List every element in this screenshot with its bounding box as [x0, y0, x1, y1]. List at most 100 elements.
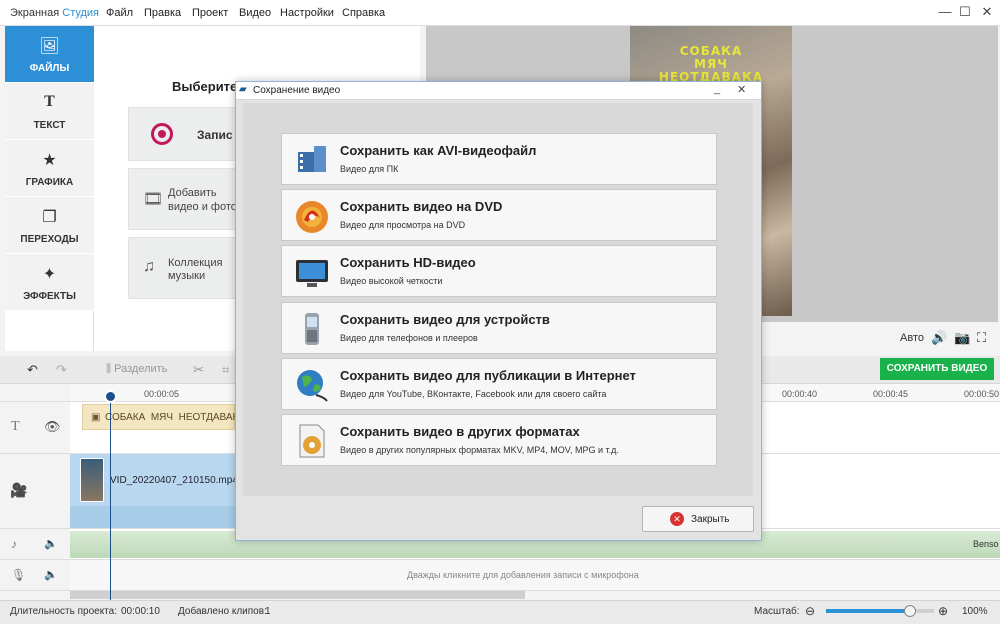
- music-note-icon: ♪: [11, 537, 17, 551]
- fullscreen-icon[interactable]: ⛶: [977, 330, 986, 346]
- option-dvd[interactable]: Сохранить видео на DVD Видео для просмот…: [281, 189, 717, 241]
- nav-graphics-label: ГРАФИКА: [25, 177, 74, 188]
- crop-icon[interactable]: ⌗: [222, 362, 229, 378]
- close-button-label: Закрыть: [691, 514, 730, 525]
- dialog-title: Сохранение видео: [253, 85, 341, 96]
- menu-edit[interactable]: Правка: [144, 7, 181, 19]
- menu-help[interactable]: Справка: [342, 7, 385, 19]
- zoom-slider-fill: [826, 609, 911, 613]
- nav-text[interactable]: T ТЕКСТ: [5, 83, 94, 140]
- document-film-icon: [299, 424, 325, 458]
- app-title: Экранная Студия: [10, 7, 99, 19]
- microphone-icon: 🎙: [11, 568, 27, 582]
- close-window-button[interactable]: ✕: [978, 4, 996, 20]
- zoom-slider[interactable]: [826, 605, 934, 617]
- undo-icon[interactable]: ↶: [27, 362, 38, 378]
- nav-text-label: ТЕКСТ: [33, 120, 66, 131]
- close-circle-icon: ✕: [670, 512, 684, 526]
- redo-icon[interactable]: ↷: [56, 362, 67, 378]
- tick-label: 00:00:40: [782, 389, 818, 399]
- overlay-line-1: СОБАКА: [679, 44, 743, 58]
- music-card[interactable]: ♫ Коллекция музыки: [128, 237, 248, 299]
- mic-track-head: 🎙 🔈: [0, 560, 70, 591]
- video-clip-label: VID_20220407_210150.mp4: [110, 475, 238, 486]
- nav-transitions-label: ПЕРЕХОДЫ: [20, 234, 79, 245]
- video-track-head: 🎥: [0, 454, 70, 529]
- close-button[interactable]: ✕ Закрыть: [642, 506, 754, 532]
- record-label: Запис: [197, 128, 233, 142]
- playhead[interactable]: [110, 397, 111, 600]
- option-devices-title: Сохранить видео для устройств: [340, 312, 550, 327]
- mic-volume-icon[interactable]: 🔈: [44, 568, 58, 581]
- dialog-minimize-button[interactable]: _: [714, 83, 720, 95]
- app-title-part2: Студия: [62, 7, 100, 19]
- text-icon: T: [44, 93, 55, 110]
- option-devices[interactable]: Сохранить видео для устройств Видео для …: [281, 302, 717, 354]
- tick-label: 00:00:50: [964, 389, 1000, 399]
- video-audio-strip: [70, 506, 236, 528]
- nav-transitions[interactable]: ❐ ПЕРЕХОДЫ: [5, 197, 94, 254]
- music-list-icon: ♫: [143, 258, 155, 275]
- volume-icon[interactable]: 🔊: [931, 330, 947, 346]
- tick-label: 00:00:05: [144, 389, 180, 399]
- music-clip-label: Benso: [973, 539, 999, 549]
- zoom-out-icon[interactable]: ⊖: [805, 604, 815, 618]
- text-track-icon: T: [11, 419, 20, 434]
- ruler-head: [0, 384, 70, 402]
- split-button[interactable]: ⫼ Разделить: [106, 363, 167, 376]
- camera-icon[interactable]: 📷: [954, 330, 970, 346]
- option-dvd-subtitle: Видео для просмотра на DVD: [340, 220, 466, 230]
- nav-graphics[interactable]: ★ ГРАФИКА: [5, 140, 94, 197]
- nav-files[interactable]: 🖼 ФАЙЛЫ: [5, 26, 94, 83]
- eye-icon[interactable]: 👁: [44, 419, 61, 435]
- save-video-button[interactable]: СОХРАНИТЬ ВИДЕО: [880, 358, 994, 380]
- add-media-card[interactable]: 🎞 Добавить видео и фото: [128, 168, 248, 230]
- dialog-app-icon: ▰: [239, 84, 247, 95]
- text-clip[interactable]: ▣ СОБАКА МЯЧ НЕОТДАВАКА: [82, 404, 245, 430]
- mic-hint: Дважды кликните для добавления записи с …: [407, 570, 639, 580]
- option-hd[interactable]: Сохранить HD-видео Видео высокой четкост…: [281, 245, 717, 297]
- film-strip-icon: 🎞: [143, 191, 164, 208]
- option-avi-title: Сохранить как AVI-видеофайл: [340, 143, 537, 158]
- record-card[interactable]: Запис: [128, 107, 248, 161]
- timeline-scrollbar[interactable]: [70, 591, 525, 599]
- menu-file[interactable]: Файл: [106, 7, 133, 19]
- option-hd-subtitle: Видео высокой четкости: [340, 276, 443, 286]
- menu-settings[interactable]: Настройки: [280, 7, 334, 19]
- nav-effects[interactable]: ✦ ЭФФЕКТЫ: [5, 254, 94, 311]
- record-icon: [151, 123, 173, 145]
- music-volume-icon[interactable]: 🔈: [44, 537, 58, 550]
- option-avi[interactable]: Сохранить как AVI-видеофайл Видео для ПК: [281, 133, 717, 185]
- files-panel-title: Выберите: [172, 79, 238, 94]
- phone-icon: [305, 313, 319, 345]
- add-media-label-2: видео и фото: [168, 201, 237, 213]
- clips-value: 1: [265, 606, 271, 617]
- option-devices-subtitle: Видео для телефонов и плееров: [340, 333, 478, 343]
- minimize-button[interactable]: —: [936, 4, 954, 20]
- scissors-icon[interactable]: ✂: [193, 362, 204, 378]
- playhead-handle[interactable]: [104, 390, 117, 403]
- menu-project[interactable]: Проект: [192, 7, 228, 19]
- transitions-icon: ❐: [42, 209, 57, 226]
- duration-value: 00:00:10: [121, 606, 160, 617]
- menu-video[interactable]: Видео: [239, 7, 271, 19]
- maximize-button[interactable]: ☐: [956, 4, 974, 20]
- option-internet-title: Сохранить видео для публикации в Интерне…: [340, 368, 636, 383]
- video-clip[interactable]: VID_20220407_210150.mp4: [70, 454, 238, 506]
- monitor-icon: [296, 260, 328, 287]
- option-other-formats[interactable]: Сохранить видео в других форматах Видео …: [281, 414, 717, 466]
- duration-label: Длительность проекта:: [10, 606, 117, 617]
- mic-track[interactable]: Дважды кликните для добавления записи с …: [70, 560, 1000, 591]
- dialog-close-x[interactable]: ✕: [737, 83, 746, 96]
- option-internet[interactable]: Сохранить видео для публикации в Интерне…: [281, 358, 717, 410]
- clips-label: Добавлено клипов:: [178, 606, 267, 617]
- option-avi-subtitle: Видео для ПК: [340, 164, 399, 174]
- dvd-icon: [296, 201, 328, 233]
- zoom-in-icon[interactable]: ⊕: [938, 604, 948, 618]
- auto-label[interactable]: Авто: [900, 332, 924, 344]
- music-label-1: Коллекция: [168, 257, 223, 269]
- nav-files-label: ФАЙЛЫ: [29, 63, 70, 74]
- left-nav: 🖼 ФАЙЛЫ T ТЕКСТ ★ ГРАФИКА ❐ ПЕРЕХОДЫ ✦ Э…: [5, 26, 94, 351]
- film-icon: [298, 146, 326, 172]
- tick-label: 00:00:45: [873, 389, 909, 399]
